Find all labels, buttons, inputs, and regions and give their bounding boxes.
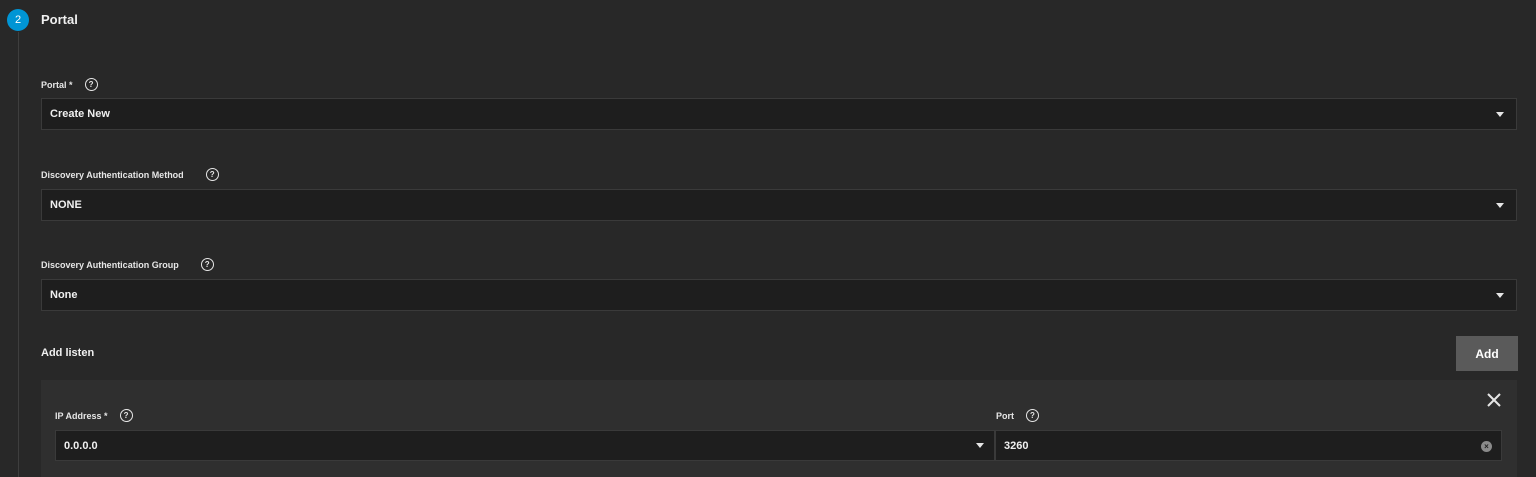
port-value: 3260 [1004, 439, 1029, 452]
portal-label-text: Portal * [41, 79, 73, 90]
listen-entry-panel: IP Address * ? Port ? 0.0.0.0 3260 × [41, 380, 1517, 477]
ip-address-label-text: IP Address * [55, 410, 108, 421]
discovery-method-field-label: Discovery Authentication Method ? [41, 168, 219, 181]
add-listen-label: Add listen [41, 347, 95, 359]
port-label-text: Port [996, 410, 1014, 421]
discovery-group-select[interactable]: None [41, 279, 1517, 311]
chevron-down-icon [1496, 203, 1504, 208]
discovery-group-field-label: Discovery Authentication Group ? [41, 258, 214, 271]
chevron-down-icon [1496, 112, 1504, 117]
ip-address-select[interactable]: 0.0.0.0 [55, 430, 995, 461]
discovery-method-label-text: Discovery Authentication Method [41, 169, 184, 180]
add-listen-button[interactable]: Add [1456, 336, 1518, 371]
ip-address-field-label: IP Address * ? [55, 409, 133, 422]
iscsi-wizard-portal-step: 2 Portal Portal * ? Create New Discovery… [0, 0, 1536, 477]
chevron-down-icon [1496, 293, 1504, 298]
help-icon[interactable]: ? [84, 78, 98, 91]
close-icon[interactable] [1486, 392, 1502, 408]
ip-address-value: 0.0.0.0 [64, 439, 98, 452]
portal-select-value: Create New [50, 108, 110, 120]
help-icon[interactable]: ? [119, 409, 133, 422]
chevron-down-icon [976, 443, 984, 448]
discovery-group-select-value: None [50, 289, 78, 301]
step-rail [18, 32, 19, 477]
help-icon[interactable]: ? [200, 258, 214, 271]
help-icon[interactable]: ? [205, 168, 219, 181]
discovery-group-label-text: Discovery Authentication Group [41, 259, 179, 270]
portal-select[interactable]: Create New [41, 98, 1517, 130]
step-title: Portal [41, 12, 78, 27]
portal-field-label: Portal * ? [41, 78, 98, 91]
clear-icon[interactable]: × [1481, 441, 1492, 452]
step-number-badge: 2 [7, 9, 29, 31]
discovery-method-select[interactable]: NONE [41, 189, 1517, 221]
help-icon[interactable]: ? [1026, 409, 1039, 422]
port-input[interactable]: 3260 × [995, 430, 1502, 461]
discovery-method-select-value: NONE [50, 199, 82, 211]
port-field-label: Port ? [996, 409, 1039, 422]
